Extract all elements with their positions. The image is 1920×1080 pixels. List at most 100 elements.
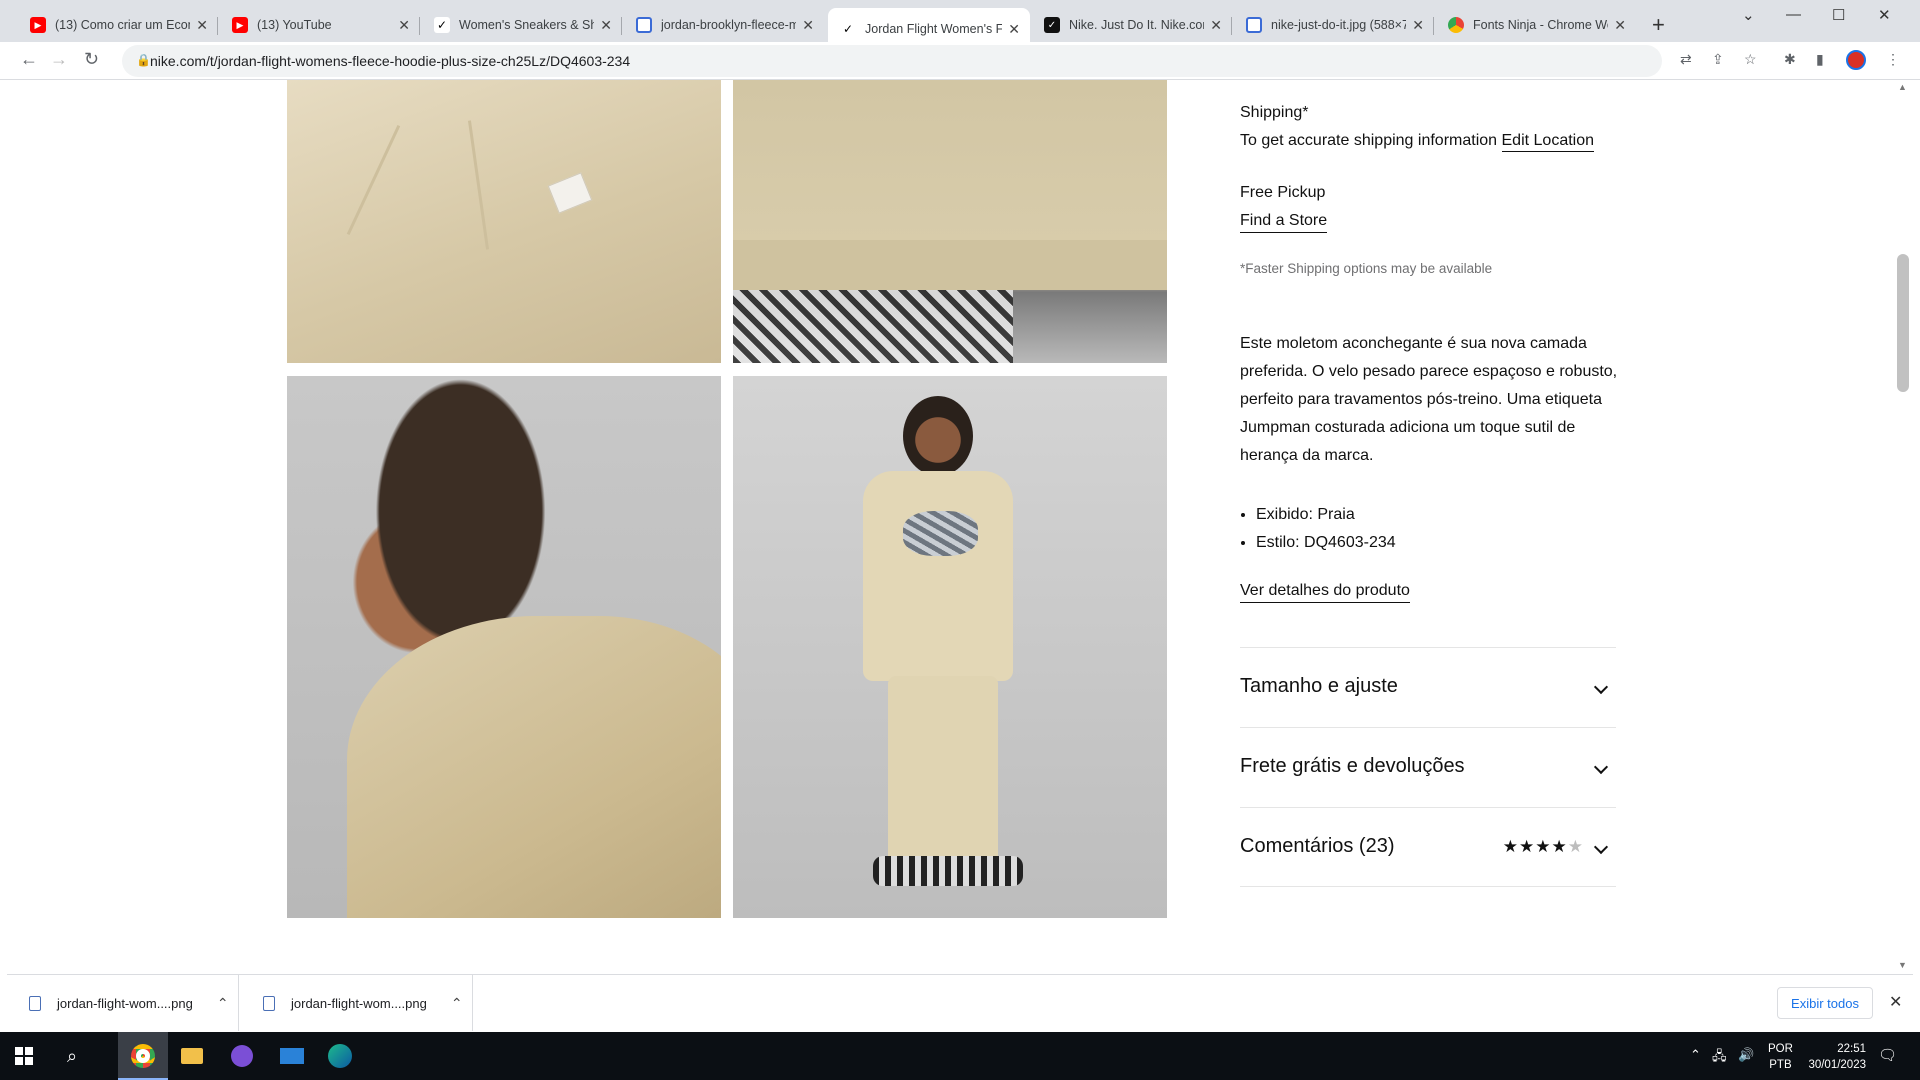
close-tab-icon[interactable]: ✕ <box>196 17 208 34</box>
chevron-up-icon[interactable]: ⌃ <box>217 995 229 1012</box>
network-icon[interactable]: 🖧 <box>1712 1047 1727 1069</box>
find-store-link[interactable]: Find a Store <box>1240 212 1328 233</box>
file-icon <box>29 995 41 1011</box>
star-icon: ★ <box>1551 837 1568 856</box>
page-viewport: Shipping* To get accurate shipping infor… <box>7 80 1895 974</box>
menu-icon[interactable]: ⋮ <box>1886 51 1900 68</box>
share-icon[interactable]: ⇪ <box>1712 51 1724 68</box>
star-icon: ★ <box>1535 837 1552 856</box>
tab-fonts-ninja[interactable]: Fonts Ninja - Chrome Web ✕ <box>1436 8 1636 42</box>
product-image-hoodie-hem-detail[interactable] <box>733 80 1167 363</box>
close-tab-icon[interactable]: ✕ <box>802 17 814 34</box>
tab-nike-image[interactable]: nike-just-do-it.jpg (588×7 ✕ <box>1234 8 1434 42</box>
tab-nike-home[interactable]: ✓ Nike. Just Do It. Nike.com ✕ <box>1032 8 1232 42</box>
chevron-down-icon <box>1593 679 1609 695</box>
download-filename: jordan-flight-wom....png <box>57 995 193 1011</box>
tab-label: jordan-brooklyn-fleece-m <box>661 18 797 32</box>
github-desktop-taskbar-icon[interactable] <box>226 1040 258 1072</box>
maximize-icon[interactable]: ☐ <box>1832 6 1845 24</box>
edit-location-link[interactable]: Edit Location <box>1501 132 1595 152</box>
nike-swoosh-icon: ✓ <box>434 17 450 33</box>
address-bar[interactable]: 🔒 nike.com/t/jordan-flight-womens-fleece… <box>122 45 1662 77</box>
tab-youtube[interactable]: ▶ (13) YouTube ✕ <box>220 8 420 42</box>
product-description: Este moletom aconchegante é sua nova cam… <box>1240 335 1618 464</box>
search-icon[interactable]: ⌕ <box>56 1040 88 1072</box>
chevron-up-icon[interactable]: ⌃ <box>451 995 463 1012</box>
accordion-title: Tamanho e ajuste <box>1240 675 1398 697</box>
shipping-info-text: To get accurate shipping information <box>1240 132 1498 149</box>
show-all-downloads-button[interactable]: Exibir todos <box>1777 987 1873 1019</box>
scrollbar-thumb[interactable] <box>1897 254 1909 392</box>
view-product-details-link[interactable]: Ver detalhes do produto <box>1240 582 1410 603</box>
profile-avatar[interactable] <box>1846 50 1866 70</box>
close-tab-icon[interactable]: ✕ <box>1614 17 1626 34</box>
star-icon: ★ <box>1502 837 1519 856</box>
close-window-icon[interactable]: ✕ <box>1878 6 1891 24</box>
tab-label: Women's Sneakers & Shoe <box>459 18 595 32</box>
product-image-full-outfit[interactable] <box>733 376 1167 918</box>
product-attributes: Exibido: Praia Estilo: DQ4603-234 <box>1256 501 1396 557</box>
close-tab-icon[interactable]: ✕ <box>1008 21 1020 38</box>
language-code: POR <box>1768 1043 1793 1055</box>
forward-icon[interactable]: → <box>50 49 68 70</box>
tab-label: Fonts Ninja - Chrome Web <box>1473 18 1609 32</box>
nike-swoosh-icon: ✓ <box>840 21 856 37</box>
download-item[interactable]: jordan-flight-wom....png ⌃ <box>7 975 239 1031</box>
clock[interactable]: 22:51 30/01/2023 <box>1802 1041 1866 1073</box>
volume-icon[interactable]: 🔊 <box>1738 1047 1754 1063</box>
file-explorer-taskbar-icon[interactable] <box>176 1040 208 1072</box>
edge-taskbar-icon[interactable] <box>324 1040 356 1072</box>
tab-womens-sneakers[interactable]: ✓ Women's Sneakers & Shoe ✕ <box>422 8 622 42</box>
start-button[interactable] <box>8 1040 40 1072</box>
browser-toolbar: ← → ↻ 🔒 nike.com/t/jordan-flight-womens-… <box>0 42 1920 80</box>
close-downloads-bar-icon[interactable]: ✕ <box>1889 992 1902 1012</box>
scroll-down-arrow-icon[interactable]: ▼ <box>1898 960 1907 970</box>
tab-label: Jordan Flight Women's Fle <box>865 22 1003 36</box>
product-image-hood-back-view[interactable] <box>287 376 721 918</box>
tab-youtube-ecommerce[interactable]: ▶ (13) Como criar um Ecomm ✕ <box>18 8 218 42</box>
side-panel-icon[interactable]: ▮ <box>1816 51 1824 68</box>
reviews-accordion[interactable]: Comentários (23) ★★★★★ <box>1240 807 1616 887</box>
download-filename: jordan-flight-wom....png <box>291 995 427 1011</box>
windows-taskbar: ⌕ ⌃ 🖧 🔊 POR PTB 22:51 30/01/2023 🗨 <box>0 1032 1920 1080</box>
reload-icon[interactable]: ↻ <box>84 49 99 70</box>
accordion-title: Comentários (23) <box>1240 835 1395 857</box>
url-text[interactable]: nike.com/t/jordan-flight-womens-fleece-h… <box>150 53 630 69</box>
chrome-web-store-icon <box>1448 17 1464 33</box>
nike-icon: ✓ <box>1044 17 1060 33</box>
close-tab-icon[interactable]: ✕ <box>1412 17 1424 34</box>
tab-search-chevron-icon[interactable]: ⌄ <box>1742 6 1755 24</box>
shipping-info: To get accurate shipping information Edi… <box>1240 132 1595 152</box>
shipping-returns-accordion[interactable]: Frete grátis e devoluções <box>1240 727 1616 807</box>
scroll-up-arrow-icon[interactable]: ▲ <box>1898 82 1907 92</box>
scrollbar-track[interactable] <box>1895 80 1913 974</box>
input-language[interactable]: POR PTB <box>1768 1041 1793 1073</box>
shipping-label: Shipping* <box>1240 104 1309 121</box>
product-image-hoodie-front-detail[interactable] <box>287 80 721 363</box>
image-icon <box>1246 17 1262 33</box>
close-tab-icon[interactable]: ✕ <box>398 17 410 34</box>
chevron-up-icon[interactable]: ⌃ <box>1690 1047 1701 1063</box>
new-tab-icon[interactable]: + <box>1652 12 1665 38</box>
star-icon: ★ <box>1519 837 1536 856</box>
keyboard-layout: PTB <box>1769 1059 1792 1071</box>
youtube-icon: ▶ <box>232 17 248 33</box>
back-icon[interactable]: ← <box>20 49 38 70</box>
translate-icon[interactable]: ⇄ <box>1680 51 1692 68</box>
windows-logo-icon <box>15 1047 33 1065</box>
size-fit-accordion[interactable]: Tamanho e ajuste <box>1240 647 1616 727</box>
notifications-icon[interactable]: 🗨 <box>1878 1046 1897 1064</box>
extensions-icon[interactable]: ✱ <box>1784 51 1796 68</box>
downloads-bar: jordan-flight-wom....png ⌃ jordan-flight… <box>7 974 1913 1031</box>
download-item[interactable]: jordan-flight-wom....png ⌃ <box>241 975 473 1031</box>
chrome-taskbar-icon[interactable] <box>127 1040 159 1072</box>
mail-taskbar-icon[interactable] <box>276 1040 308 1072</box>
color-shown: Exibido: Praia <box>1256 501 1396 529</box>
close-tab-icon[interactable]: ✕ <box>1210 17 1222 34</box>
accordion-title: Frete grátis e devoluções <box>1240 755 1465 777</box>
close-tab-icon[interactable]: ✕ <box>600 17 612 34</box>
tab-jordan-brooklyn-image[interactable]: jordan-brooklyn-fleece-m ✕ <box>624 8 824 42</box>
lock-icon[interactable]: 🔒 <box>136 53 151 67</box>
minimize-icon[interactable]: — <box>1786 6 1801 23</box>
bookmark-star-icon[interactable]: ☆ <box>1744 51 1757 68</box>
